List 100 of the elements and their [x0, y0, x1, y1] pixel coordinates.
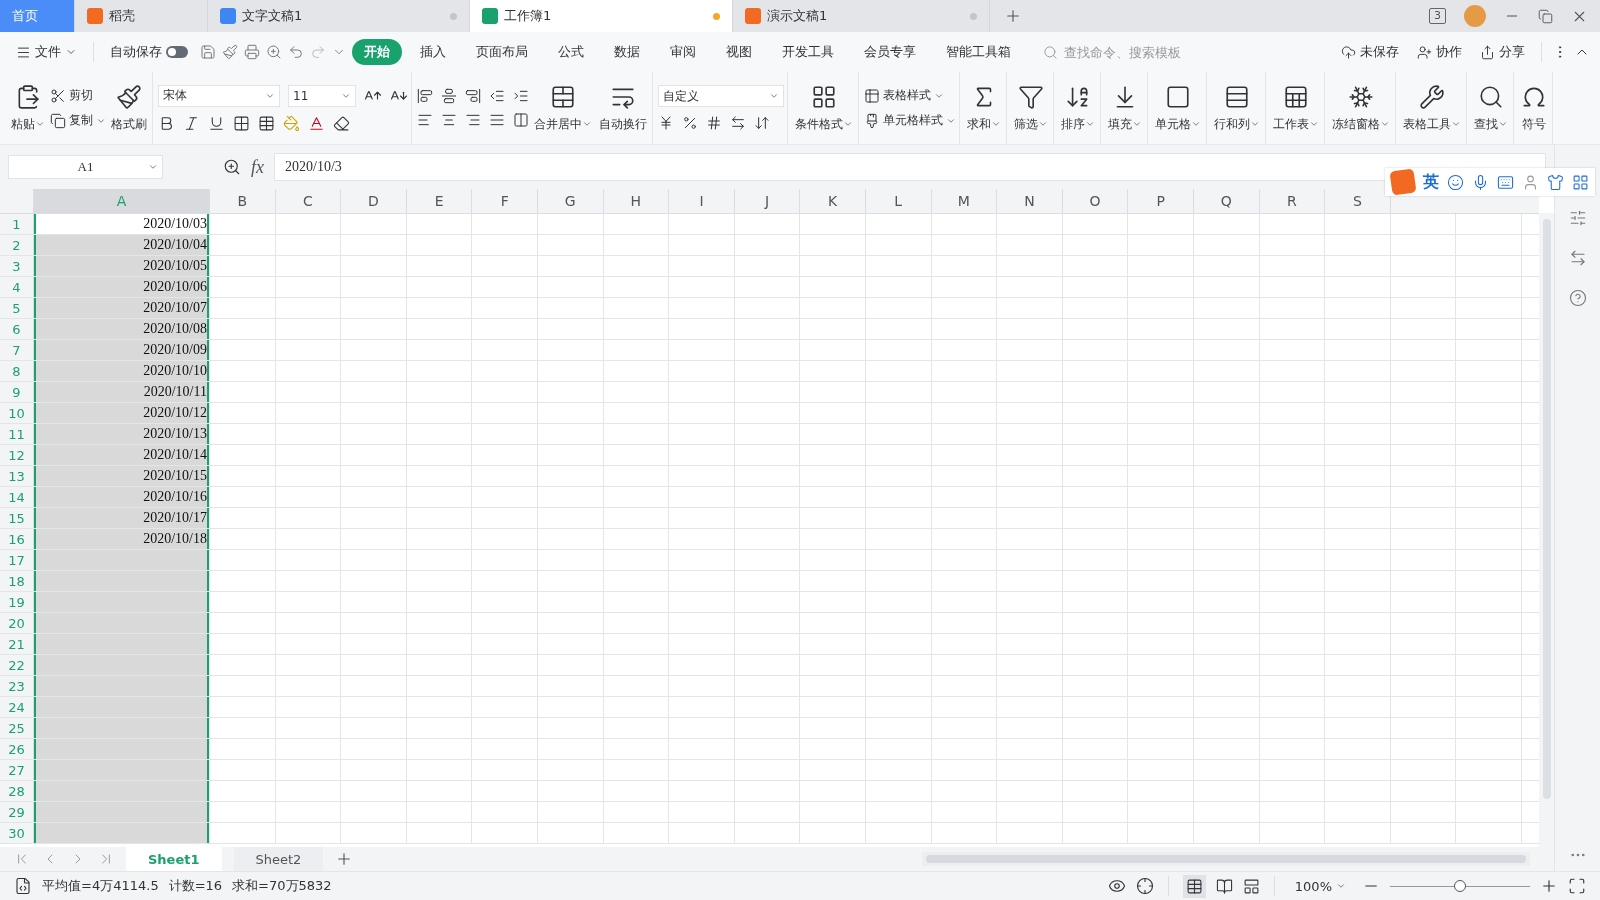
- header-action[interactable]: 未保存: [1335, 43, 1405, 61]
- grid-icon[interactable]: [1572, 173, 1589, 191]
- header-action[interactable]: 分享: [1474, 43, 1531, 61]
- wrap-text-button[interactable]: 自动换行: [597, 83, 649, 133]
- zoom-formula-icon[interactable]: [223, 158, 241, 176]
- horizontal-scrollbar[interactable]: [922, 852, 1530, 866]
- ribbon-tab[interactable]: 会员专享: [852, 39, 928, 65]
- ribbon-tab[interactable]: 视图: [714, 39, 764, 65]
- column-header[interactable]: H: [603, 189, 670, 213]
- sort-button[interactable]: 排序: [1059, 83, 1097, 133]
- input-method-logo-icon[interactable]: [1389, 168, 1417, 196]
- font-name-select[interactable]: 宋体: [158, 84, 280, 107]
- filter-button[interactable]: 筛选: [1012, 83, 1050, 133]
- search-field[interactable]: 查找命令、搜索模板: [1062, 43, 1216, 61]
- sum-button[interactable]: 求和: [965, 83, 1003, 133]
- align-top-icon[interactable]: [417, 88, 433, 104]
- number-format-select[interactable]: 自定义: [658, 85, 784, 107]
- ribbon-tab[interactable]: 插入: [408, 39, 458, 65]
- indent-decrease-icon[interactable]: [489, 88, 505, 104]
- font-size-select[interactable]: 11: [288, 84, 356, 107]
- header-action[interactable]: 协作: [1411, 43, 1468, 61]
- smile-icon[interactable]: [1447, 173, 1464, 191]
- shirt-icon[interactable]: [1547, 173, 1564, 191]
- eye-icon[interactable]: [1107, 877, 1126, 895]
- sliders-icon[interactable]: [1568, 209, 1587, 227]
- fill-color-icon[interactable]: [283, 114, 300, 132]
- normal-view-icon[interactable]: [1185, 877, 1203, 895]
- crosshair-icon[interactable]: [1135, 877, 1154, 895]
- document-tab[interactable]: 工作簿1: [470, 0, 733, 32]
- underline-icon[interactable]: [208, 114, 225, 132]
- column-header[interactable]: L: [865, 189, 932, 213]
- eraser-icon[interactable]: [333, 114, 350, 132]
- align-middle-icon[interactable]: [441, 88, 457, 104]
- borders-icon[interactable]: [233, 114, 250, 132]
- keyboard-icon[interactable]: [1497, 173, 1514, 191]
- align-left-icon[interactable]: [417, 112, 433, 128]
- table-tools-button[interactable]: 表格工具: [1401, 83, 1463, 133]
- rows-columns-button[interactable]: 行和列: [1212, 83, 1262, 133]
- align-center-icon[interactable]: [441, 112, 457, 128]
- ribbon-tab[interactable]: 页面布局: [464, 39, 540, 65]
- font-color-icon[interactable]: [308, 114, 325, 132]
- cell-style-button[interactable]: 单元格样式: [864, 112, 956, 129]
- freeze-panes-button[interactable]: 冻结窗格: [1330, 83, 1392, 133]
- column-header[interactable]: B: [210, 189, 276, 213]
- distribute-icon[interactable]: [513, 112, 529, 128]
- column-header[interactable]: P: [1128, 189, 1194, 213]
- justify-icon[interactable]: [489, 112, 505, 128]
- column-header[interactable]: M: [931, 189, 998, 213]
- merge-center-button[interactable]: 合并居中: [532, 83, 594, 133]
- column-header[interactable]: J: [734, 189, 801, 213]
- toggle-switch[interactable]: [166, 46, 188, 58]
- currency-icon[interactable]: [658, 115, 674, 131]
- print-preview-icon[interactable]: [266, 44, 282, 60]
- vertical-scrollbar[interactable]: [1539, 213, 1554, 847]
- format-painter-icon[interactable]: [222, 44, 238, 60]
- indent-increase-icon[interactable]: [513, 88, 529, 104]
- column-header[interactable]: N: [997, 189, 1063, 213]
- microphone-icon[interactable]: [1472, 173, 1489, 191]
- format-painter-button[interactable]: 格式刷: [109, 83, 149, 133]
- align-right-icon[interactable]: [465, 112, 481, 128]
- fullscreen-icon[interactable]: [1568, 877, 1586, 895]
- column-header[interactable]: K: [800, 189, 866, 213]
- restore-icon[interactable]: [1538, 8, 1553, 24]
- ribbon-tab[interactable]: 公式: [546, 39, 596, 65]
- ribbon-tab[interactable]: 智能工具箱: [934, 39, 1023, 65]
- percent-icon[interactable]: [682, 115, 698, 131]
- column-header[interactable]: C: [275, 189, 342, 213]
- sheet-tab[interactable]: Sheet2: [233, 847, 324, 871]
- conditional-format-button[interactable]: 条件格式: [793, 83, 855, 133]
- window-count-badge[interactable]: 3: [1429, 8, 1446, 24]
- column-header[interactable]: O: [1062, 189, 1129, 213]
- undo-icon[interactable]: [288, 44, 304, 60]
- cell-border-icon[interactable]: [258, 114, 275, 132]
- help-icon[interactable]: [1568, 289, 1587, 307]
- page-break-icon[interactable]: [1242, 877, 1260, 895]
- zoom-in-icon[interactable]: [1540, 877, 1558, 895]
- column-header[interactable]: I: [669, 189, 735, 213]
- paste-button[interactable]: 粘贴: [9, 83, 47, 133]
- print-icon[interactable]: [244, 44, 260, 60]
- autosave-toggle[interactable]: 自动保存: [104, 43, 194, 61]
- column-header[interactable]: D: [341, 189, 407, 213]
- file-menu[interactable]: 文件: [10, 43, 83, 61]
- align-bottom-icon[interactable]: [465, 88, 481, 104]
- save-icon[interactable]: [200, 44, 216, 60]
- slider-thumb[interactable]: [1454, 880, 1466, 892]
- worksheet-button[interactable]: 工作表: [1271, 83, 1321, 133]
- italic-icon[interactable]: [183, 114, 200, 132]
- swap-icon[interactable]: [1568, 249, 1587, 267]
- ribbon-tab[interactable]: 审阅: [658, 39, 708, 65]
- cell-button[interactable]: 单元格: [1153, 83, 1203, 133]
- zoom-select[interactable]: 100%: [1288, 878, 1352, 894]
- name-box[interactable]: A1: [8, 155, 163, 179]
- ribbon-tab[interactable]: 数据: [602, 39, 652, 65]
- page-layout-icon[interactable]: [1215, 877, 1233, 895]
- fill-button[interactable]: 填充: [1106, 83, 1144, 133]
- column-header[interactable]: E: [406, 189, 473, 213]
- symbol-button[interactable]: 符号: [1519, 83, 1549, 133]
- column-header[interactable]: F: [472, 189, 538, 213]
- macro-icon[interactable]: [14, 877, 32, 895]
- function-label[interactable]: fx: [251, 156, 264, 178]
